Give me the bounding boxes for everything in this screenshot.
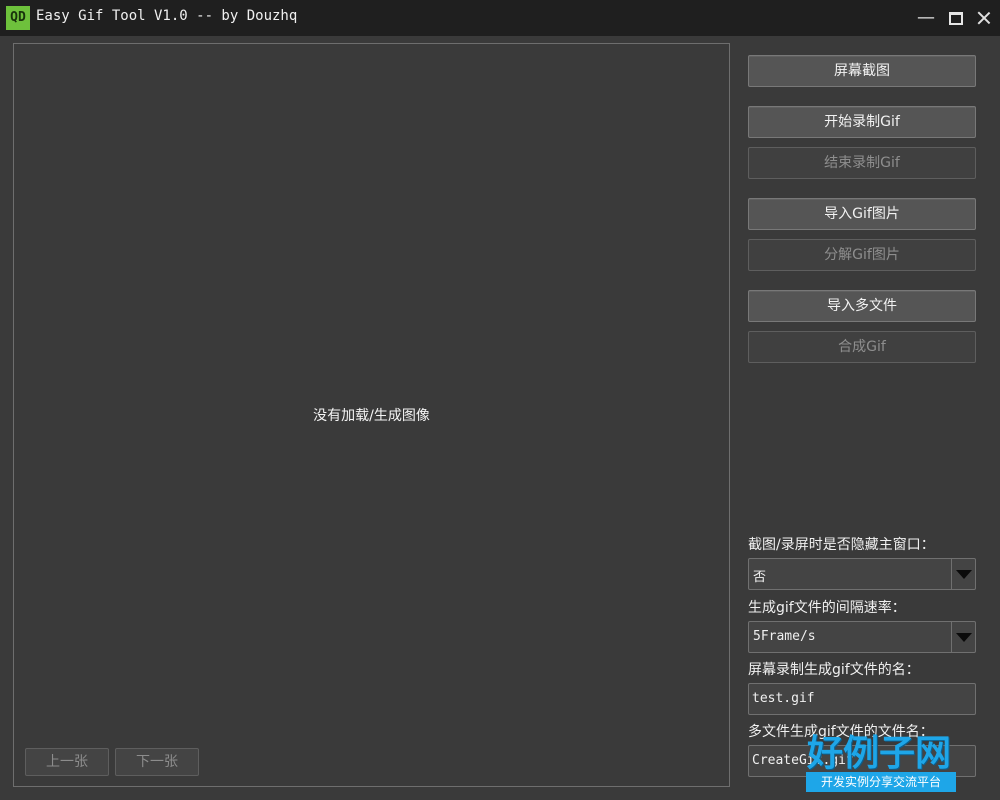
hide-window-label: 截图/录屏时是否隐藏主窗口： <box>748 537 935 553</box>
preview-placeholder: 没有加载/生成图像 <box>313 408 430 424</box>
hide-window-value: 否 <box>753 570 767 585</box>
split-gif-button[interactable]: 分解Gif图片 <box>748 239 976 271</box>
watermark-tagline: 开发实例分享交流平台 <box>806 772 956 792</box>
start-record-gif-button[interactable]: 开始录制Gif <box>748 106 976 138</box>
import-gif-button[interactable]: 导入Gif图片 <box>748 198 976 230</box>
screenshot-button[interactable]: 屏幕截图 <box>748 55 976 87</box>
watermark-logo: 好例子网 开发实例分享交流平台 <box>794 734 964 792</box>
stop-record-gif-button[interactable]: 结束录制Gif <box>748 147 976 179</box>
maximize-icon <box>949 12 963 25</box>
next-image-button[interactable]: 下一张 <box>115 748 199 776</box>
dropdown-arrow-icon[interactable] <box>951 559 975 589</box>
title-bar: QD Easy Gif Tool V1.0 -- by Douzhq — <box>0 0 1000 36</box>
minimize-button[interactable]: — <box>912 4 940 32</box>
dropdown-arrow-icon[interactable] <box>951 622 975 652</box>
close-button[interactable] <box>970 4 998 32</box>
record-filename-input[interactable]: test.gif <box>748 683 976 715</box>
compose-gif-button[interactable]: 合成Gif <box>748 331 976 363</box>
hide-window-select[interactable]: 否 <box>748 558 976 590</box>
window-title: Easy Gif Tool V1.0 -- by Douzhq <box>36 8 298 24</box>
import-files-button[interactable]: 导入多文件 <box>748 290 976 322</box>
frame-rate-select[interactable]: 5Frame/s <box>748 621 976 653</box>
watermark-brand: 好例子网 <box>806 733 951 774</box>
record-filename-label: 屏幕录制生成gif文件的名： <box>748 662 920 678</box>
image-preview-panel: 没有加载/生成图像 上一张 下一张 <box>13 43 730 787</box>
frame-rate-label: 生成gif文件的间隔速率： <box>748 600 906 616</box>
maximize-button[interactable] <box>942 4 970 32</box>
app-icon: QD <box>6 6 30 30</box>
frame-rate-value: 5Frame/s <box>753 629 816 644</box>
previous-image-button[interactable]: 上一张 <box>25 748 109 776</box>
